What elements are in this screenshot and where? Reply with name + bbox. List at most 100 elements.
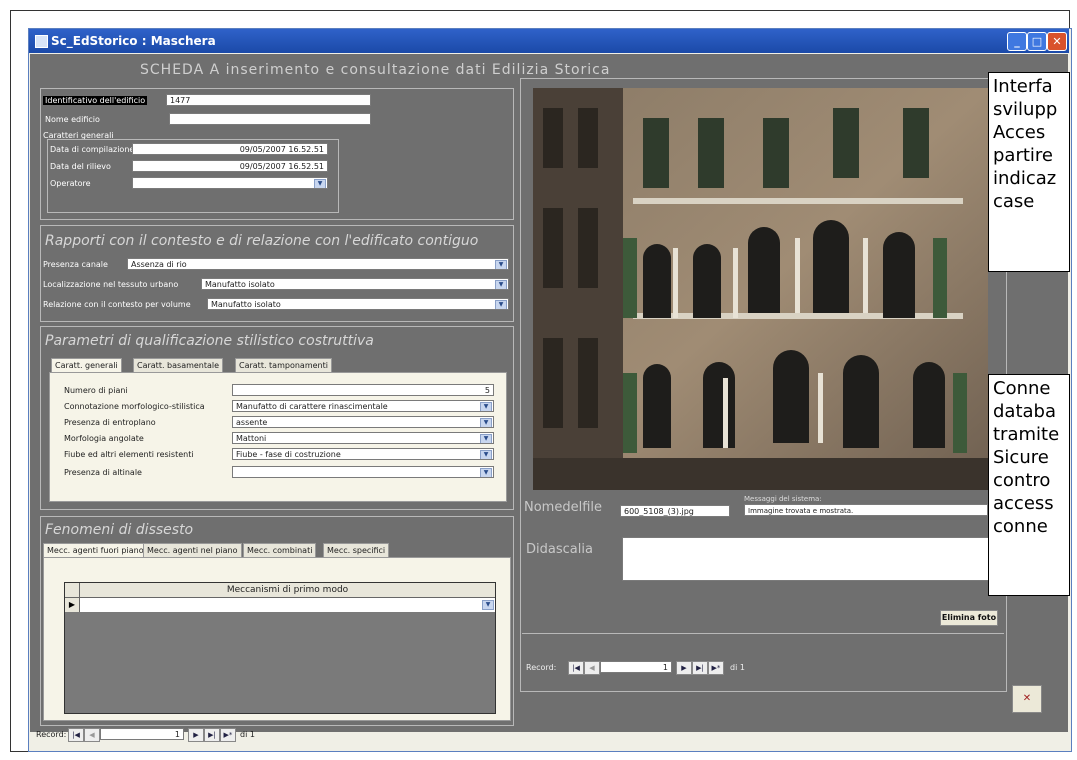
data-comp-label: Data di compilazione	[50, 145, 135, 154]
chevron-down-icon[interactable]: ▼	[480, 434, 492, 443]
data-ril-label: Data del rilievo	[50, 162, 111, 171]
rapporti-title: Rapporti con il contesto e di relazione …	[45, 233, 479, 249]
last-photo-button[interactable]: ▶|	[692, 661, 708, 675]
presenza-value: Assenza di rio	[131, 260, 187, 269]
photo-divider	[522, 633, 1004, 634]
chevron-down-icon[interactable]: ▼	[482, 600, 494, 610]
general-panel: Identificativo dell'edificio 1477 Nome e…	[40, 88, 514, 220]
maximize-button[interactable]: □	[1027, 32, 1047, 51]
new-photo-button[interactable]: ▶*	[708, 661, 724, 675]
param-label-2: Presenza di entroplano	[64, 418, 156, 427]
prev-record-button[interactable]: ◀	[84, 728, 100, 742]
param-select-2[interactable]: assente ▼	[232, 416, 494, 428]
tab-caratt-tamponamenti[interactable]: Caratt. tamponamenti	[235, 358, 332, 373]
messaggi-field: Immagine trovata e mostrata.	[744, 504, 988, 516]
window-titlebar[interactable]: Sc_EdStorico : Maschera _ □ ✕	[29, 29, 1069, 53]
id-label: Identificativo dell'edificio	[43, 96, 148, 105]
last-record-button[interactable]: ▶|	[204, 728, 220, 742]
local-select[interactable]: Manufatto isolato ▼	[201, 278, 509, 290]
tab-mecc-nel-piano[interactable]: Mecc. agenti nel piano	[143, 543, 242, 558]
callout-line: case	[993, 191, 1035, 212]
prev-photo-button[interactable]: ◀	[584, 661, 600, 675]
param-field-0[interactable]: 5	[232, 384, 494, 396]
rel-value: Manufatto isolato	[211, 300, 281, 309]
param-value-3: Mattoni	[236, 434, 267, 443]
nomefile-field[interactable]: 600_5108_(3).jpg	[620, 505, 730, 517]
record-number-field[interactable]: 1	[100, 728, 184, 740]
record-count: di 1	[240, 730, 255, 739]
name-field[interactable]	[169, 113, 371, 125]
tab-mecc-fuori-piano[interactable]: Mecc. agenti fuori piano	[43, 543, 148, 557]
param-select-5[interactable]: ▼	[232, 466, 494, 478]
close-button[interactable]: ✕	[1047, 32, 1067, 51]
record-nav-main: Record:	[36, 730, 66, 739]
tab-mecc-specifici[interactable]: Mecc. specifici	[323, 543, 390, 558]
param-label-3: Morfologia angolate	[64, 434, 144, 443]
chevron-down-icon[interactable]: ▼	[495, 300, 507, 309]
photo-record-number-field[interactable]: 1	[600, 661, 672, 673]
meccanismi-subform: Meccanismi di primo modo ▶ ▼	[64, 582, 496, 714]
param-value-1: Manufatto di carattere rinascimentale	[236, 402, 388, 411]
param-select-3[interactable]: Mattoni ▼	[232, 432, 494, 444]
didascalia-textarea[interactable]	[622, 537, 990, 581]
meccanismi-column-header: Meccanismi di primo modo	[80, 583, 495, 598]
tab-mecc-combinati[interactable]: Mecc. combinati	[243, 543, 317, 558]
callout-line: svilupp	[993, 99, 1058, 120]
chevron-down-icon[interactable]: ▼	[495, 280, 507, 289]
current-row-icon[interactable]: ▶	[65, 598, 80, 612]
record-label: Record:	[36, 730, 67, 739]
parametri-title: Parametri di qualificazione stilistico c…	[45, 333, 374, 349]
tab-caratt-generali[interactable]: Caratt. generali	[51, 358, 122, 372]
id-field[interactable]: 1477	[166, 94, 371, 106]
chevron-down-icon[interactable]: ▼	[480, 450, 492, 459]
param-label-0: Numero di piani	[64, 386, 128, 395]
chevron-down-icon[interactable]: ▼	[495, 260, 507, 269]
next-photo-button[interactable]: ▶	[676, 661, 692, 675]
param-label-5: Presenza di altinale	[64, 468, 142, 477]
data-comp-field[interactable]: 09/05/2007 16.52.51	[132, 143, 328, 155]
chevron-down-icon[interactable]: ▼	[480, 402, 492, 411]
callout-line: indicaz	[993, 168, 1057, 189]
close-form-icon[interactable]: ✕	[1012, 685, 1042, 713]
callout-line: contro	[993, 470, 1051, 491]
param-value-4: Fiube - fase di costruzione	[236, 450, 341, 459]
presenza-label: Presenza canale	[43, 260, 108, 269]
tab-caratt-basamentale[interactable]: Caratt. basamentale	[133, 358, 224, 373]
local-label: Localizzazione nel tessuto urbano	[43, 280, 179, 289]
data-ril-field[interactable]: 09/05/2007 16.52.51	[132, 160, 328, 172]
operatore-label: Operatore	[50, 179, 91, 188]
param-label-1: Connotazione morfologico-stilistica	[64, 402, 205, 411]
record-label-photo: Record:	[526, 663, 557, 672]
callout-connessione: Conne databa tramite Sicure contro acces…	[988, 374, 1070, 596]
next-record-button[interactable]: ▶	[188, 728, 204, 742]
callout-line: Interfa	[993, 76, 1053, 97]
row-selector-header	[65, 583, 80, 598]
form-header: SCHEDA A inserimento e consultazione dat…	[140, 62, 611, 78]
first-photo-button[interactable]: |◀	[568, 661, 584, 675]
param-select-1[interactable]: Manufatto di carattere rinascimentale ▼	[232, 400, 494, 412]
chevron-down-icon[interactable]: ▼	[480, 468, 492, 477]
callout-line: access	[993, 493, 1054, 514]
messaggi-label: Messaggi del sistema:	[744, 495, 822, 503]
app-icon	[35, 35, 48, 48]
chevron-down-icon[interactable]: ▼	[480, 418, 492, 427]
fenomeni-panel: Fenomeni di dissesto Mecc. agenti fuori …	[40, 516, 514, 726]
caratteri-group: Data di compilazione 09/05/2007 16.52.51…	[47, 139, 339, 213]
param-select-4[interactable]: Fiube - fase di costruzione ▼	[232, 448, 494, 460]
elimina-foto-button[interactable]: Elimina foto	[940, 610, 998, 626]
operatore-select[interactable]: ▼	[132, 177, 328, 189]
photo-record-count: di 1	[730, 663, 745, 672]
param-label-4: Fiube ed altri elementi resistenti	[64, 450, 194, 459]
minimize-button[interactable]: _	[1007, 32, 1027, 51]
presenza-select[interactable]: Assenza di rio ▼	[127, 258, 509, 270]
name-label: Nome edificio	[45, 115, 100, 124]
callout-line: Sicure	[993, 447, 1049, 468]
first-record-button[interactable]: |◀	[68, 728, 84, 742]
new-record-button[interactable]: ▶*	[220, 728, 236, 742]
parametri-panel: Parametri di qualificazione stilistico c…	[40, 326, 514, 510]
window-title: Sc_EdStorico : Maschera	[51, 34, 216, 48]
meccanismi-select[interactable]: ▼	[80, 598, 495, 612]
chevron-down-icon[interactable]: ▼	[314, 179, 326, 188]
callout-line: Acces	[993, 122, 1046, 143]
rel-select[interactable]: Manufatto isolato ▼	[207, 298, 509, 310]
